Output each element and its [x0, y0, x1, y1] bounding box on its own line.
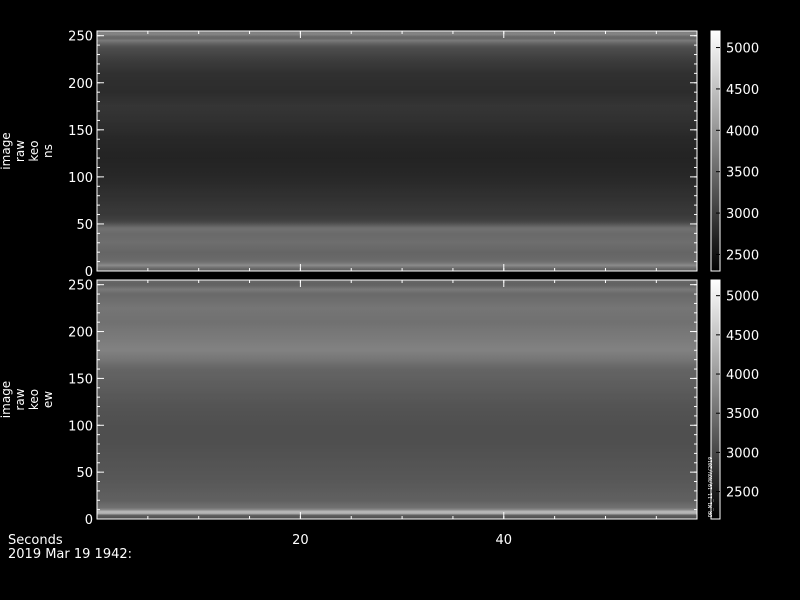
y-axis-label-word: ew — [41, 391, 55, 408]
y-axis-label-word: keo — [27, 140, 41, 161]
keogram-figure: 050100150200250image raw keo ns250030003500… — [0, 30, 759, 562]
y-axis-label-word: ns — [41, 144, 55, 158]
panel-ew: 20 40 0 50 100 150 200 250 image raw keo ew 2500 3000… — [0, 279, 759, 548]
y-tick-label: 150 — [68, 372, 93, 387]
colorbar-ns — [710, 30, 721, 272]
colorbar-tick-label: 2500 — [726, 486, 759, 501]
y-tick-label: 150 — [68, 124, 93, 139]
x-axis-label: Seconds — [8, 533, 63, 548]
y-tick-label: 50 — [76, 466, 93, 481]
y-tick-label: 250 — [68, 279, 93, 294]
colorbar-tick-label: 4500 — [726, 329, 759, 344]
y-axis-label-word: keo — [27, 389, 41, 410]
colorbar-tick-label: 4000 — [726, 124, 759, 139]
colorbar-tick-label: 4000 — [726, 368, 759, 383]
y-tick-label: 50 — [76, 218, 93, 233]
keogram-image-ew — [97, 280, 697, 519]
panel-ns: 050100150200250image raw keo ns250030003500… — [0, 30, 759, 280]
y-axis-label-word: raw — [13, 140, 27, 162]
colorbar-tick-label: 3500 — [726, 407, 759, 422]
y-tick-label: 0 — [85, 513, 93, 528]
y-tick-label: 100 — [68, 171, 93, 186]
y-axis-label-word: image — [0, 381, 13, 418]
y-tick-label: 200 — [68, 77, 93, 92]
x-tick-label: 40 — [496, 533, 513, 548]
colorbar-tick-label: 3000 — [726, 446, 759, 461]
keogram-image-ns — [97, 31, 697, 271]
y-axis-label-word: raw — [13, 388, 27, 410]
colorbar-tick-label: 5000 — [726, 290, 759, 305]
colorbar-tick-label: 4500 — [726, 83, 759, 98]
y-axis-label-word: image — [0, 132, 13, 169]
date-label: 2019 Mar 19 1942: — [8, 547, 132, 562]
colorbar-tick-label: 5000 — [726, 42, 759, 57]
x-tick-label: 20 — [292, 533, 309, 548]
y-axis-label: image raw keo ew — [0, 381, 55, 418]
y-tick-label: 100 — [68, 419, 93, 434]
colorbar-note: DR_M1_11 19/NOV/2019 — [708, 457, 714, 517]
colorbar-tick-label: 3500 — [726, 166, 759, 181]
y-tick-label: 200 — [68, 326, 93, 341]
y-tick-label: 250 — [68, 30, 93, 45]
y-axis-label: image raw keo ns — [0, 132, 55, 169]
colorbar-tick-label: 3000 — [726, 207, 759, 222]
colorbar-tick-label: 2500 — [726, 248, 759, 263]
